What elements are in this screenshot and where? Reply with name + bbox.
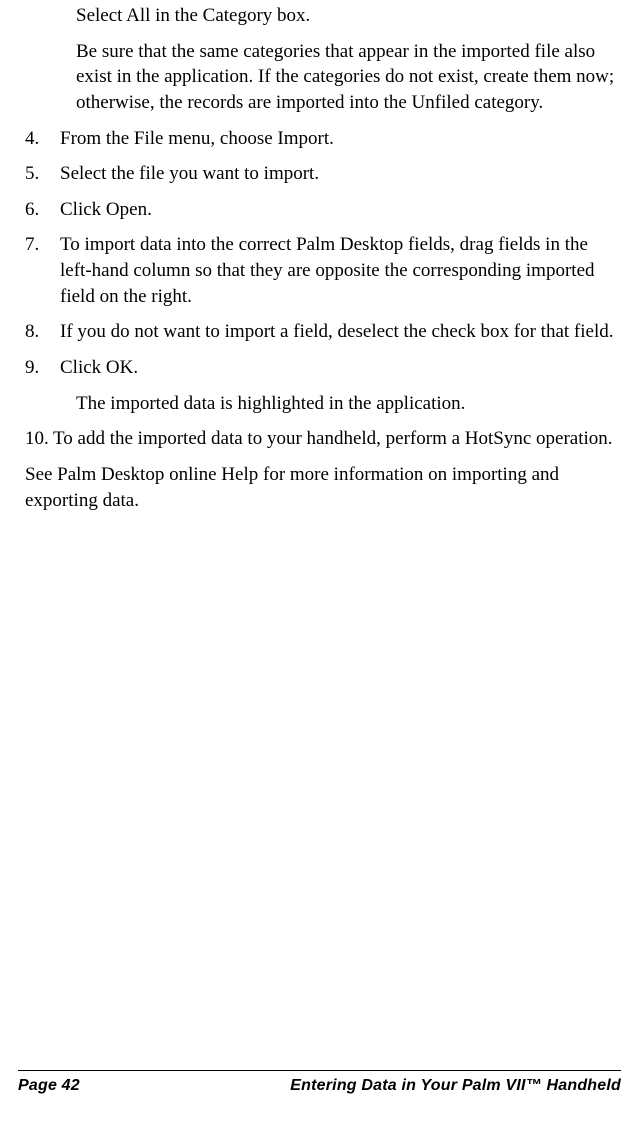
footer-row: Page 42 Entering Data in Your Palm VII™ … xyxy=(18,1077,621,1095)
step-4: 4. From the File menu, choose Import. xyxy=(18,126,621,152)
step-text: To add the imported data to your handhel… xyxy=(53,426,621,452)
step-number: 6. xyxy=(25,197,60,223)
body-text: Select All in the Category box. xyxy=(76,5,310,26)
page-number: Page 42 xyxy=(18,1077,80,1095)
step-8: 8. If you do not want to import a field,… xyxy=(18,319,621,345)
step-text: To import data into the correct Palm Des… xyxy=(60,232,621,309)
step-text: From the File menu, choose Import. xyxy=(60,126,621,152)
step-number: 9. xyxy=(25,355,60,381)
step-7: 7. To import data into the correct Palm … xyxy=(18,232,621,309)
step-9-subtext: The imported data is highlighted in the … xyxy=(76,391,621,417)
chapter-title: Entering Data in Your Palm VII™ Handheld xyxy=(290,1077,621,1095)
step-10: 10. To add the imported data to your han… xyxy=(18,426,621,452)
step-number: 10. xyxy=(25,426,53,452)
body-text: The imported data is highlighted in the … xyxy=(76,393,465,414)
step-number: 5. xyxy=(25,161,60,187)
body-text: Be sure that the same categories that ap… xyxy=(76,41,614,113)
step-5: 5. Select the file you want to import. xyxy=(18,161,621,187)
step-text: If you do not want to import a field, de… xyxy=(60,319,621,345)
closing-paragraph: See Palm Desktop online Help for more in… xyxy=(25,462,621,513)
step-9: 9. Click OK. xyxy=(18,355,621,381)
step-number: 7. xyxy=(25,232,60,309)
continued-note-2: Be sure that the same categories that ap… xyxy=(76,39,621,116)
body-text: See Palm Desktop online Help for more in… xyxy=(25,464,559,511)
page-footer: Page 42 Entering Data in Your Palm VII™ … xyxy=(18,1070,621,1095)
step-text: Select the file you want to import. xyxy=(60,161,621,187)
step-number: 8. xyxy=(25,319,60,345)
footer-rule xyxy=(18,1070,621,1071)
step-6: 6. Click Open. xyxy=(18,197,621,223)
step-text: Click Open. xyxy=(60,197,621,223)
continued-note-1: Select All in the Category box. xyxy=(76,3,621,29)
document-page: Select All in the Category box. Be sure … xyxy=(0,0,639,513)
step-number: 4. xyxy=(25,126,60,152)
step-text: Click OK. xyxy=(60,355,621,381)
